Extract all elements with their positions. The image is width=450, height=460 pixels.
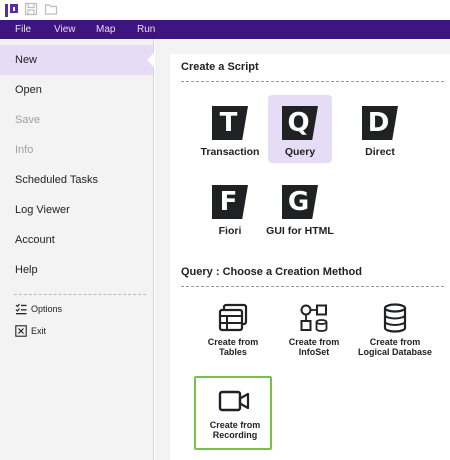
method-create-from-logical-database[interactable]: Create from Logical Database — [358, 297, 432, 373]
options-list-icon — [15, 303, 27, 315]
nav-item-help[interactable]: Help — [0, 255, 153, 285]
menu-view[interactable]: View — [54, 20, 76, 39]
fiori-f-icon: F — [212, 185, 248, 219]
script-type-direct[interactable]: D Direct — [348, 95, 412, 163]
tables-icon — [218, 303, 248, 332]
nav-item-info[interactable]: Info — [0, 135, 153, 165]
title-bar — [0, 0, 450, 20]
exit-close-icon — [15, 325, 27, 337]
script-type-label: Direct — [365, 146, 395, 158]
nav-item-scheduled-tasks[interactable]: Scheduled Tasks — [0, 165, 153, 195]
menu-map[interactable]: Map — [96, 20, 115, 39]
gui-for-html-g-icon: G — [282, 185, 318, 219]
nav-item-open[interactable]: Open — [0, 75, 153, 105]
menu-run[interactable]: Run — [137, 20, 155, 39]
create-script-title: Create a Script — [181, 61, 259, 73]
video-camera-icon — [218, 390, 250, 412]
method-create-from-infoset[interactable]: Create from InfoSet — [282, 297, 346, 373]
backstage-nav: New Open Save Info Scheduled Tasks Log V… — [0, 39, 154, 460]
method-label: Create from Tables — [207, 337, 259, 357]
options-label: Options — [31, 304, 63, 314]
nav-item-save[interactable]: Save — [0, 105, 153, 135]
script-type-gui-for-html[interactable]: G GUI for HTML — [266, 174, 334, 242]
transaction-t-icon: T — [212, 106, 248, 140]
script-type-query[interactable]: Q Query — [268, 95, 332, 163]
script-type-label: GUI for HTML — [266, 225, 334, 237]
infoset-icon — [300, 304, 328, 332]
direct-d-icon: D — [362, 106, 398, 140]
method-label: Create from Recording — [209, 420, 261, 440]
method-create-from-tables[interactable]: Create from Tables — [201, 297, 265, 373]
nav-item-options[interactable]: Options — [15, 302, 135, 316]
nav-item-new[interactable]: New — [0, 45, 154, 75]
save-icon[interactable] — [24, 2, 38, 16]
nav-divider — [14, 294, 146, 295]
query-q-icon: Q — [282, 106, 318, 140]
create-script-card: Create a Script T Transaction Q Query D … — [170, 54, 450, 460]
nav-item-log-viewer[interactable]: Log Viewer — [0, 195, 153, 225]
main-panel: Create a Script T Transaction Q Query D … — [155, 39, 450, 460]
method-label: Create from InfoSet — [288, 337, 340, 357]
exit-label: Exit — [31, 326, 47, 336]
nav-item-account[interactable]: Account — [0, 225, 153, 255]
menu-file[interactable]: File — [15, 20, 31, 39]
section-divider — [181, 81, 444, 82]
method-label: Create from Logical Database — [357, 337, 433, 357]
section-divider — [181, 286, 444, 287]
database-icon — [383, 303, 407, 333]
menu-bar: File View Map Run — [0, 20, 450, 39]
nav-item-exit[interactable]: Exit — [15, 324, 135, 338]
app-logo-icon — [5, 4, 18, 17]
creation-method-title: Query : Choose a Creation Method — [181, 266, 362, 278]
method-create-from-recording[interactable]: Create from Recording — [194, 376, 272, 450]
open-folder-icon[interactable] — [44, 2, 58, 16]
